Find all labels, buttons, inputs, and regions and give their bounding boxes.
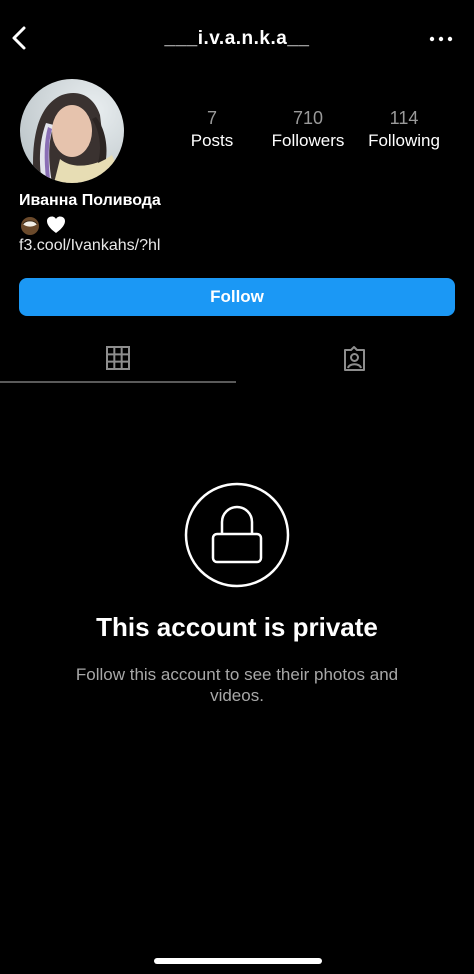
following-count[interactable]: 114 Following xyxy=(354,108,454,151)
private-account-title: This account is private xyxy=(96,612,378,642)
bio-emojis: 🥥🤍 xyxy=(19,214,67,236)
followers-value: 710 xyxy=(292,108,324,128)
followers-label: Followers xyxy=(271,131,345,150)
follow-button[interactable]: Follow xyxy=(19,278,455,316)
following-label: Following xyxy=(368,131,440,150)
posts-count[interactable]: 7 Posts xyxy=(162,108,262,151)
posts-label: Posts xyxy=(190,131,234,150)
top-navigation-bar: ___i.v.a.n.k.a__ xyxy=(0,0,474,80)
home-indicator[interactable] xyxy=(154,958,322,964)
coconut-icon xyxy=(21,217,39,235)
active-tab-indicator xyxy=(0,381,236,383)
tagged-person-icon xyxy=(344,346,365,371)
avatar[interactable] xyxy=(20,79,124,183)
private-lock-badge xyxy=(184,482,290,588)
private-account-subtitle: Follow this account to see their photos … xyxy=(75,665,399,705)
profile-full-name: Иванна Поливода xyxy=(19,192,161,209)
more-horizontal-icon xyxy=(429,36,453,42)
lock-icon xyxy=(184,482,290,588)
more-options-button[interactable] xyxy=(428,30,454,48)
tab-posts-grid[interactable] xyxy=(0,340,237,382)
followers-count[interactable]: 710 Followers xyxy=(258,108,358,151)
tab-tagged[interactable] xyxy=(237,340,474,382)
white-heart-icon xyxy=(47,216,66,233)
grid-icon xyxy=(106,346,130,370)
profile-username: ___i.v.a.n.k.a__ xyxy=(164,28,310,49)
profile-link[interactable]: f3.cool/Ivankahs/?hl xyxy=(19,237,160,255)
profile-photo xyxy=(20,79,124,183)
following-value: 114 xyxy=(389,108,419,128)
posts-value: 7 xyxy=(206,108,217,128)
